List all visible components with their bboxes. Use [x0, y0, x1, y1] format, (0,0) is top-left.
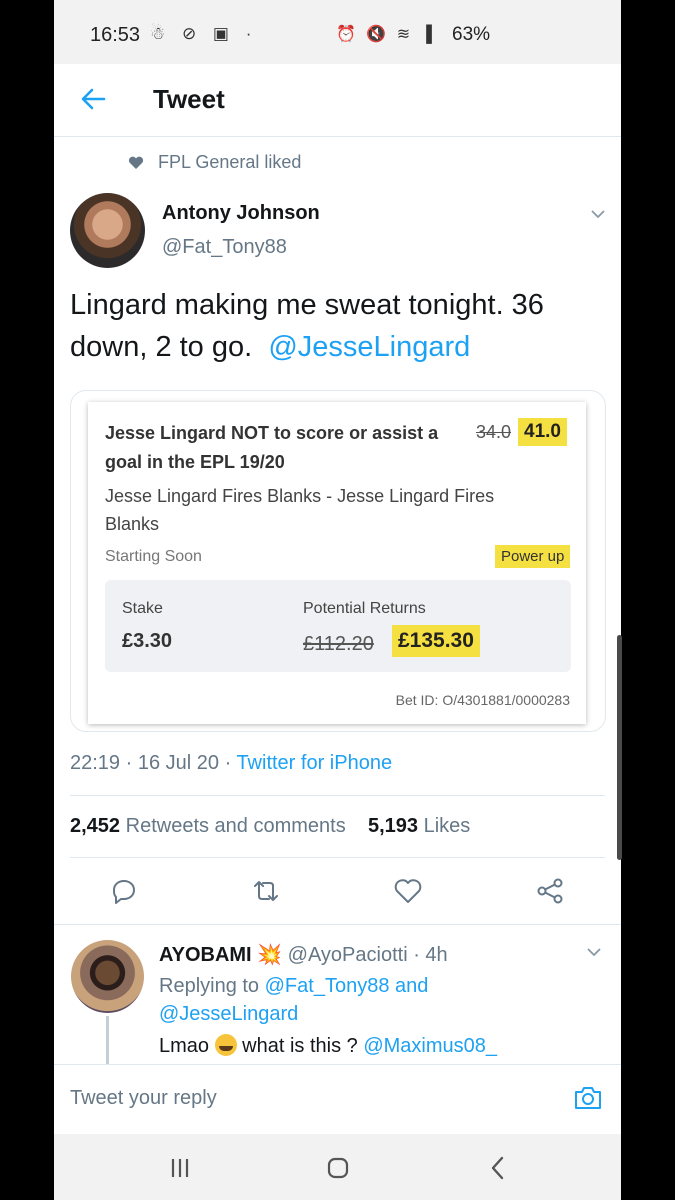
system-icons: ⏰ 🔇 ≋ ▐: [336, 26, 435, 43]
likes-count: 5,193: [367, 815, 419, 837]
header: Tweet: [54, 64, 621, 137]
battery-level: 63%: [452, 24, 491, 45]
reply-mention-jesse[interactable]: @JesseLingard: [159, 1003, 298, 1025]
camera-icon[interactable]: [573, 1083, 603, 1113]
reply-author-handle[interactable]: @AyoPaciotti: [288, 944, 408, 966]
returns-label: Potential Returns: [303, 600, 426, 617]
reply-avatar[interactable]: [71, 940, 144, 1013]
retweets-stat[interactable]: 2,452 Retweets and comments: [70, 815, 346, 837]
heart-icon: [128, 156, 144, 169]
status-time: 16:53: [90, 24, 141, 46]
tweet-date: 16 Jul 20: [137, 752, 220, 774]
tweet-actions: [54, 870, 621, 914]
scrollbar[interactable]: [617, 635, 622, 860]
odds-old: 34.0: [476, 422, 512, 442]
divider: [70, 795, 605, 796]
replying-prefix: Replying to: [159, 975, 260, 997]
tweet-time: 22:19: [70, 752, 121, 774]
thread-line: [106, 1016, 109, 1064]
back-arrow-icon[interactable]: [78, 84, 108, 114]
android-nav-bar: [54, 1134, 621, 1200]
home-icon[interactable]: [324, 1154, 352, 1182]
share-icon[interactable]: [535, 876, 565, 906]
retweet-icon[interactable]: [251, 876, 281, 906]
bet-id: Bet ID: O/4301881/0000283: [395, 692, 570, 708]
tweet-source-link[interactable]: Twitter for iPhone: [236, 752, 392, 774]
reply-header: AYOBAMI 💥 @AyoPaciotti · 4h: [159, 944, 448, 966]
reply-name-emoji: 💥: [257, 944, 283, 966]
recents-icon[interactable]: [166, 1154, 194, 1182]
laughing-emoji-icon: [214, 1034, 237, 1056]
divider: [70, 857, 605, 858]
tweet-mention-link[interactable]: @JesseLingard: [268, 331, 470, 363]
retweets-count: 2,452: [70, 815, 121, 837]
reply-text-start: Lmao: [159, 1035, 210, 1057]
replying-to: Replying to @Fat_Tony88 and @JesseLingar…: [159, 972, 489, 1028]
retweets-label: Retweets and comments: [125, 815, 346, 837]
bet-slip-image: Jesse Lingard NOT to score or assist a g…: [88, 402, 586, 724]
tweet-meta: 22:19 · 16 Jul 20 · Twitter for iPhone: [70, 752, 393, 774]
bet-title: Jesse Lingard NOT to score or assist a g…: [105, 423, 439, 472]
reply-time: 4h: [425, 944, 448, 966]
reply-input[interactable]: Tweet your reply: [70, 1087, 217, 1110]
author-handle[interactable]: @Fat_Tony88: [162, 236, 287, 259]
notification-icons: ☃ ⊘ ▣ ·: [150, 24, 258, 43]
reply-text: Lmao what is this ? @Maximus08_: [159, 1034, 497, 1058]
bet-status: Starting Soon: [105, 548, 202, 565]
phone-screen: 16:53 ☃ ⊘ ▣ · ⏰ 🔇 ≋ ▐ 63% Tweet FPL Gene…: [54, 0, 621, 1200]
reply-icon[interactable]: [109, 876, 139, 906]
bet-description: Jesse Lingard Fires Blanks - Jesse Linga…: [105, 486, 495, 534]
stake-label: Stake: [122, 600, 163, 617]
power-up-badge: Power up: [495, 545, 571, 568]
reply-text-mid: what is this ?: [242, 1035, 358, 1057]
stake-value: £3.30: [122, 630, 173, 652]
liked-by-label: FPL General liked: [158, 152, 302, 172]
status-bar: 16:53 ☃ ⊘ ▣ · ⏰ 🔇 ≋ ▐ 63%: [54, 0, 621, 64]
returns-old: £112.20: [303, 633, 374, 655]
returns-new: £135.30: [392, 625, 480, 657]
divider: [54, 924, 621, 925]
tweet-text: Lingard making me sweat tonight. 36 down…: [70, 284, 610, 368]
back-nav-icon[interactable]: [484, 1154, 512, 1182]
returns-box: Stake £3.30 Potential Returns £112.20 £1…: [105, 580, 571, 672]
social-context[interactable]: FPL General liked: [128, 152, 301, 173]
page-title: Tweet: [153, 84, 225, 114]
reply-author-name[interactable]: AYOBAMI: [159, 944, 252, 966]
chevron-down-icon[interactable]: [590, 209, 606, 219]
like-icon[interactable]: [393, 876, 423, 906]
avatar[interactable]: [70, 193, 145, 268]
odds-new: 41.0: [518, 418, 567, 446]
chevron-down-icon[interactable]: [586, 947, 602, 957]
reply-and: and: [395, 975, 429, 997]
reply-composer: Tweet your reply: [54, 1064, 621, 1136]
author-name[interactable]: Antony Johnson: [162, 202, 320, 225]
reply-text-mention[interactable]: @Maximus08_: [363, 1035, 497, 1057]
tweet-stats: 2,452 Retweets and comments 5,193 Likes: [70, 815, 470, 838]
reply-mention-fat-tony[interactable]: @Fat_Tony88: [265, 975, 390, 997]
likes-label: Likes: [423, 815, 471, 837]
likes-stat[interactable]: 5,193 Likes: [368, 815, 470, 837]
